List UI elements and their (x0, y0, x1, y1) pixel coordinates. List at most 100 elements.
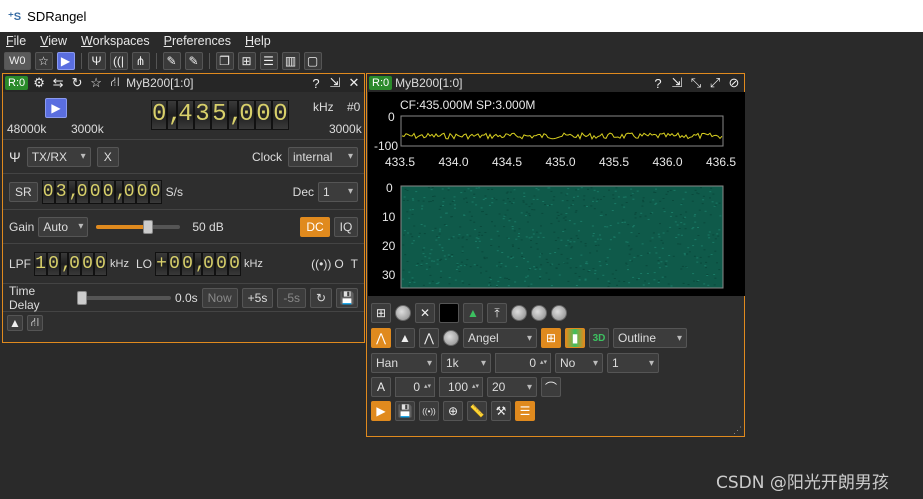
fps-select[interactable]: 20 (487, 377, 537, 397)
sr-digit[interactable]: 0 (75, 179, 89, 204)
decimation-select[interactable]: 1 (318, 181, 358, 202)
menu-icon[interactable]: ☰ (515, 401, 535, 421)
stack-windows-icon[interactable]: ☰ (259, 52, 278, 70)
gain-slider-thumb[interactable] (143, 219, 154, 234)
save-icon[interactable]: 💾 (336, 287, 358, 308)
lo-digit[interactable]: 0 (227, 251, 241, 276)
window-function-select[interactable]: Han (371, 353, 437, 373)
layout-columns-icon[interactable]: ▥ (281, 52, 300, 70)
move-to-workspace-icon[interactable]: ⇲ (327, 75, 343, 91)
freq-digit[interactable]: 5 (211, 100, 228, 130)
clear-icon[interactable]: ✕ (415, 303, 435, 323)
decay-knob[interactable] (511, 305, 527, 321)
maximize-window-icon[interactable]: ▢ (303, 52, 322, 70)
resize-grip-icon[interactable]: ⋰ (733, 425, 742, 436)
linear-log-icon[interactable]: ⌒ (541, 377, 561, 397)
now-button[interactable]: Now (201, 287, 238, 308)
sr-digit[interactable]: 0 (122, 179, 136, 204)
fft-size-select[interactable]: 1k (441, 353, 491, 373)
gain-mode-select[interactable]: Auto (38, 216, 89, 237)
save-icon[interactable]: 💾 (395, 401, 415, 421)
freq-digit[interactable]: 3 (194, 100, 211, 130)
lo-digit[interactable]: 0 (201, 251, 215, 276)
grid-icon[interactable]: ⊞ (371, 303, 391, 323)
3d-view-icon[interactable]: 3D (589, 328, 609, 348)
star-icon[interactable]: ☆ (88, 75, 104, 91)
add-rx-device-icon[interactable]: Ψ (87, 52, 106, 70)
swap-icon[interactable]: ⇆ (50, 75, 66, 91)
ruler-icon[interactable]: 📏 (467, 401, 487, 421)
cascade-windows-icon[interactable]: ❐ (215, 52, 234, 70)
waterfall-colormap-icon[interactable]: ▮ (565, 328, 585, 348)
refresh-icon[interactable]: ↻ (310, 287, 332, 308)
color-swatch[interactable] (439, 303, 459, 323)
overlap-spinbox[interactable]: 0 (495, 353, 551, 373)
dc-correction-button[interactable]: DC (300, 216, 330, 237)
lo-dial[interactable]: + 0 0 , 0 0 0 (154, 251, 241, 276)
lpf-digit[interactable]: 0 (47, 251, 61, 276)
sample-rate-dial[interactable]: 0 3 , 0 0 0 , 0 0 0 (41, 179, 162, 204)
x-button[interactable]: X (96, 146, 119, 167)
maximize-icon[interactable]: ⤢ (707, 75, 723, 91)
waterfall-icon[interactable]: ⊞ (541, 328, 561, 348)
time-delay-slider[interactable] (77, 290, 171, 305)
minus-5s-button[interactable]: -5s (277, 287, 306, 308)
lo-digit[interactable]: 0 (214, 251, 228, 276)
marker-icon[interactable]: ⚒ (491, 401, 511, 421)
menu-help[interactable]: Help (245, 34, 271, 48)
shrink-icon[interactable]: ⤡ (688, 75, 704, 91)
waterfall-intensity-knob[interactable] (443, 330, 459, 346)
sr-digit[interactable]: 0 (101, 179, 115, 204)
menu-file[interactable]: File (6, 34, 26, 48)
lpf-dial[interactable]: 1 0 , 0 0 0 (34, 251, 108, 276)
network-icon[interactable]: ⛙ (27, 315, 43, 331)
play-icon[interactable]: ▶ (371, 401, 391, 421)
spectrum-icon[interactable]: ▲ (7, 315, 23, 331)
spectrum-fill-icon[interactable]: ▲ (463, 303, 483, 323)
center-frequency-dial[interactable]: 0 , 4 3 5 , 0 0 0 (151, 100, 289, 130)
lpf-digit[interactable]: 0 (94, 251, 108, 276)
spectrum-mode-icon[interactable]: ⋀ (371, 328, 391, 348)
sr-digit[interactable]: 0 (88, 179, 102, 204)
o-toggle[interactable]: O (334, 257, 343, 271)
star-icon[interactable]: ☆ (34, 52, 53, 70)
gear-icon[interactable]: ⚙ (31, 75, 47, 91)
workspace-icon[interactable]: ⛙ (107, 74, 123, 91)
spectrum-display[interactable]: CF:435.000M SP:3.000M 0 -100 433.5 434.0 4… (368, 92, 745, 296)
auto-scale-button[interactable]: A (371, 377, 391, 397)
time-delay-slider-thumb[interactable] (77, 290, 88, 305)
sr-digit[interactable]: 0 (41, 179, 55, 204)
t-toggle[interactable]: T (351, 257, 358, 271)
close-icon[interactable]: ✕ (346, 75, 362, 91)
lo-digit[interactable]: 0 (180, 251, 194, 276)
reload-icon[interactable]: ↻ (69, 75, 85, 91)
lpf-digit[interactable]: 1 (34, 251, 48, 276)
clock-select[interactable]: internal (288, 146, 358, 167)
add-feature-icon[interactable]: ✎ (162, 52, 181, 70)
sr-digit[interactable]: 0 (135, 179, 149, 204)
add-mimo-device-icon[interactable]: ⋔ (131, 52, 150, 70)
help-icon[interactable]: ? (650, 75, 666, 91)
feature-settings-icon[interactable]: ✎ (184, 52, 203, 70)
range-spinbox[interactable]: 100 (439, 377, 483, 397)
sr-button[interactable]: SR (9, 181, 38, 202)
freq-digit[interactable]: 0 (255, 100, 272, 130)
hide-icon[interactable]: ⊘ (726, 75, 742, 91)
play-icon[interactable]: ▶ (56, 52, 75, 70)
histogram-icon[interactable]: ▲ (395, 328, 415, 348)
lo-sign[interactable]: + (154, 251, 168, 276)
averaging-mode-select[interactable]: No (555, 353, 603, 373)
sr-digit[interactable]: 0 (148, 179, 162, 204)
menu-view[interactable]: View (40, 34, 67, 48)
display-mode-select[interactable]: Outline (613, 328, 687, 348)
lpf-digit[interactable]: 0 (81, 251, 95, 276)
freq-digit[interactable]: 4 (177, 100, 194, 130)
crosshair-icon[interactable]: ⊕ (443, 401, 463, 421)
gain-slider[interactable] (96, 219, 181, 234)
grid-intensity-knob[interactable] (395, 305, 411, 321)
broadcast-icon[interactable]: ((•)) (419, 401, 439, 421)
freq-digit[interactable]: 0 (238, 100, 255, 130)
outline-icon[interactable]: ⋀ (419, 328, 439, 348)
tile-windows-icon[interactable]: ⊞ (237, 52, 256, 70)
workspace-button[interactable]: W0 (4, 52, 31, 70)
